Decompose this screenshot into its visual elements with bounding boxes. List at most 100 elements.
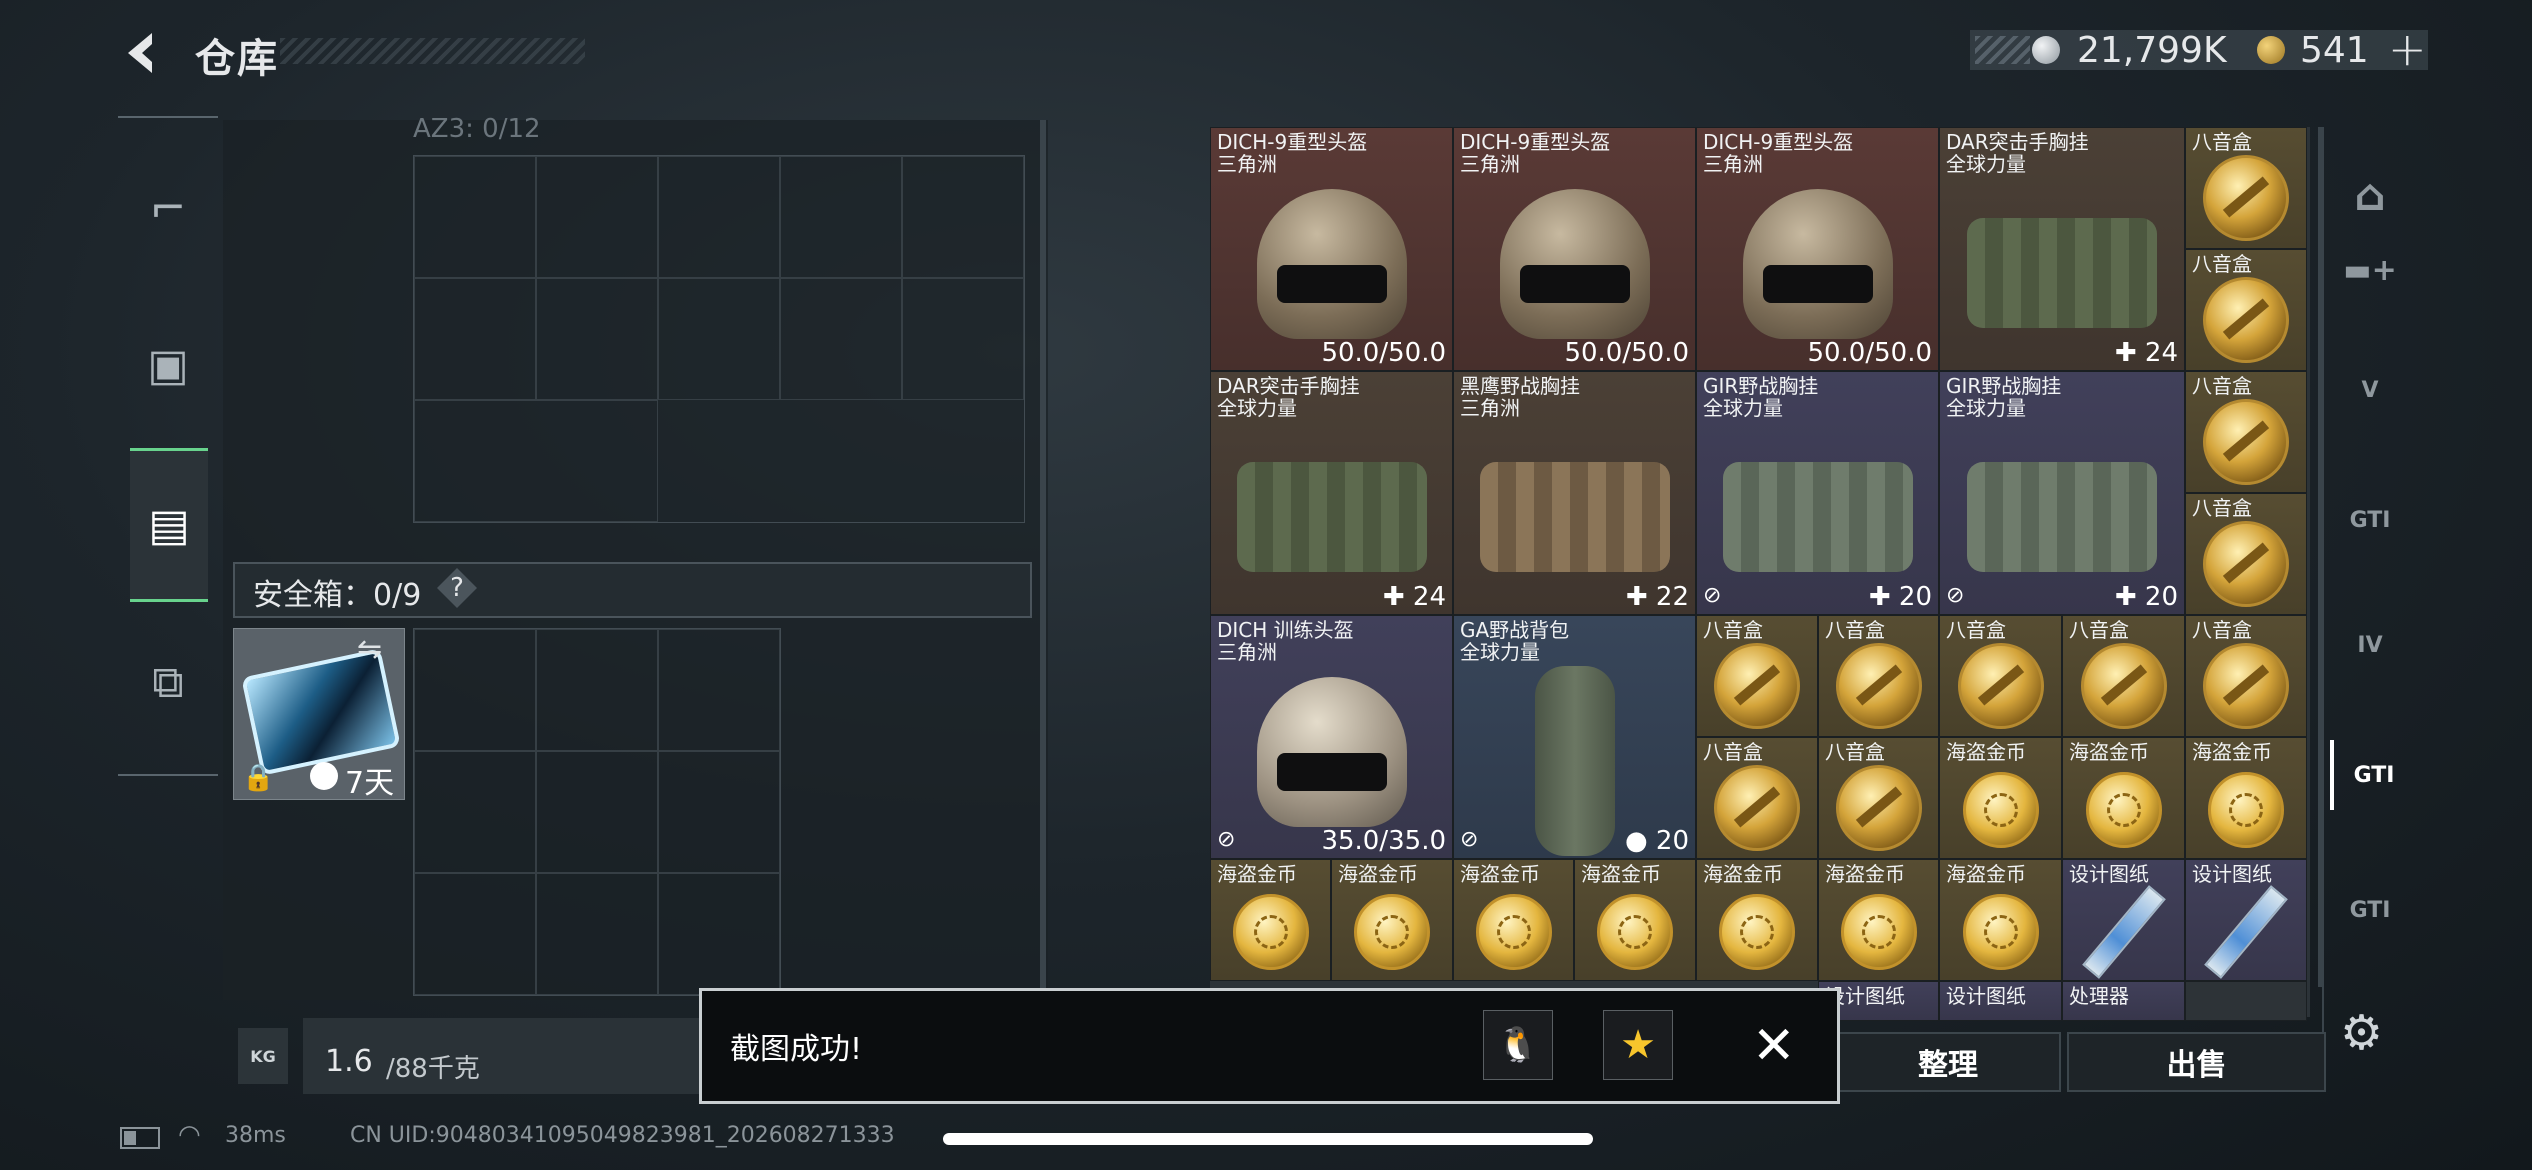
vest-icon xyxy=(1236,462,1427,573)
item-pirate-coin[interactable]: 海盗金币 xyxy=(1574,859,1696,981)
arch-icon: ⌂ xyxy=(2354,169,2386,221)
ping-text: 38ms xyxy=(225,1123,286,1148)
music-box-icon xyxy=(1957,642,2044,729)
item-music-box[interactable]: 八音盒 xyxy=(1939,615,2062,737)
item-music-box[interactable]: 八音盒 xyxy=(2062,615,2185,737)
tab-page-gti-active[interactable]: GTI xyxy=(2330,740,2414,810)
music-box-icon xyxy=(2203,398,2289,485)
title-decoration xyxy=(280,38,585,64)
music-box-icon xyxy=(1714,642,1800,729)
item-music-box[interactable]: 八音盒 xyxy=(2185,371,2307,493)
tab-armor[interactable]: ▣ xyxy=(118,315,218,415)
gear-icon[interactable]: ⚙ xyxy=(2340,1005,2383,1061)
item-vest[interactable]: GIR野战胸挂 全球力量 ⊘ ✚ 20 xyxy=(1696,371,1939,615)
item-music-box[interactable]: 八音盒 xyxy=(1696,737,1818,859)
gold-amount: 541 xyxy=(2300,30,2369,71)
tab-page-v[interactable]: V xyxy=(2330,355,2410,425)
item-vest[interactable]: 黑鹰野战胸挂 三角洲 ✚ 22 xyxy=(1453,371,1696,615)
item-pirate-coin[interactable]: 海盗金币 xyxy=(1331,859,1453,981)
music-box-icon xyxy=(2203,520,2289,607)
item-music-box[interactable]: 八音盒 xyxy=(1818,737,1939,859)
container-capacity: AZ3: 0/12 xyxy=(413,114,541,144)
item-music-box[interactable]: 八音盒 xyxy=(2185,615,2307,737)
qzone-share-icon[interactable]: ★ xyxy=(1603,1010,1673,1080)
tab-weapons[interactable]: ⌐ xyxy=(118,158,218,258)
tab-page-iv[interactable]: IV xyxy=(2330,610,2410,680)
vest-icon xyxy=(1967,462,2157,573)
swap-icon[interactable]: ⇋ xyxy=(357,632,382,667)
item-music-box[interactable]: 八音盒 xyxy=(2185,249,2307,371)
no-insure-icon: ⊘ xyxy=(1703,583,1722,608)
vest-icon xyxy=(1967,218,2157,329)
item-blueprint[interactable]: 设计图纸 xyxy=(1939,981,2062,1021)
music-box-icon xyxy=(1835,764,1922,851)
item-backpack[interactable]: GA野战背包 全球力量 ⊘ ● 20 xyxy=(1453,615,1696,859)
item-empty-slot[interactable] xyxy=(2185,981,2307,1021)
item-pirate-coin[interactable]: 海盗金币 xyxy=(1696,859,1818,981)
battery-icon xyxy=(120,1127,160,1149)
item-blueprint[interactable]: 设计图纸 xyxy=(2062,859,2185,981)
currency-decoration xyxy=(1975,36,2030,64)
add-currency-button[interactable]: + xyxy=(2388,22,2427,76)
container-grid[interactable] xyxy=(413,155,1025,523)
silver-coin-icon xyxy=(2032,36,2060,64)
tab-toolbox[interactable]: ⧉ xyxy=(118,632,218,732)
item-music-box[interactable]: 八音盒 xyxy=(2185,127,2307,249)
toolbox-icon: ⧉ xyxy=(152,656,184,708)
weight-current: 1.6 xyxy=(325,1044,373,1079)
sell-button[interactable]: 出售 xyxy=(2067,1032,2326,1092)
item-music-box[interactable]: 八音盒 xyxy=(1818,615,1939,737)
lock-icon: 🔒 xyxy=(242,763,275,793)
weight-icon: KG xyxy=(238,1028,288,1084)
item-pirate-coin[interactable]: 海盗金币 xyxy=(1939,737,2062,859)
music-box-icon xyxy=(2203,642,2289,729)
tab-page-gti-2[interactable]: GTI xyxy=(2330,875,2410,945)
coin-icon xyxy=(2208,772,2284,848)
add-page-icon: ▬+ xyxy=(2343,252,2397,288)
back-arrow-icon[interactable] xyxy=(118,28,168,78)
container-scrollbar[interactable] xyxy=(1040,120,1046,1000)
coin-icon xyxy=(1962,772,2039,848)
item-helmet[interactable]: DICH 训练头盔 三角洲 ⊘ 35.0/35.0 xyxy=(1210,615,1453,859)
home-indicator[interactable] xyxy=(943,1133,1593,1145)
item-helmet[interactable]: DICH-9重型头盔 三角洲 50.0/50.0 xyxy=(1696,127,1939,371)
no-insure-icon: ⊘ xyxy=(1460,827,1479,852)
item-pirate-coin[interactable]: 海盗金币 xyxy=(2062,737,2185,859)
item-helmet[interactable]: DICH-9重型头盔 三角洲 50.0/50.0 xyxy=(1210,127,1453,371)
item-processor[interactable]: 处理器 xyxy=(2062,981,2185,1021)
blueprint-icon xyxy=(2081,885,2166,979)
tab-all[interactable]: ⌂ xyxy=(2330,160,2410,230)
uid-text: CN UID:904803410950498239​81_20260827133… xyxy=(350,1123,895,1148)
vest-icon: ▣ xyxy=(147,339,189,391)
item-pirate-coin[interactable]: 海盗金币 xyxy=(1818,859,1939,981)
case-duration: 7天 xyxy=(345,766,395,801)
item-pirate-coin[interactable]: 海盗金币 xyxy=(1939,859,2062,981)
coin-icon xyxy=(1840,894,1917,970)
vest-icon xyxy=(1479,462,1670,573)
item-pirate-coin[interactable]: 海盗金币 xyxy=(2185,737,2307,859)
sort-button[interactable]: 整理 xyxy=(1835,1032,2061,1092)
tab-page-gti[interactable]: GTI xyxy=(2330,485,2410,555)
tab-add-page[interactable]: ▬+ xyxy=(2330,235,2410,305)
weight-max: /88千克 xyxy=(386,1054,480,1084)
qq-share-icon[interactable]: 🐧 xyxy=(1483,1010,1553,1080)
music-box-icon xyxy=(1835,642,1922,729)
coin-icon xyxy=(1962,894,2039,970)
coin-icon xyxy=(1232,894,1309,970)
item-pirate-coin[interactable]: 海盗金币 xyxy=(1453,859,1574,981)
safe-box-grid[interactable] xyxy=(413,628,781,996)
item-vest[interactable]: DAR突击手胸挂 全球力量 ✚ 24 xyxy=(1210,371,1453,615)
tab-backpack[interactable]: ▤ xyxy=(130,448,208,602)
helmet-icon xyxy=(1742,188,1893,339)
item-vest[interactable]: DAR突击手胸挂 全球力量 ✚ 24 xyxy=(1939,127,2185,371)
item-helmet[interactable]: DICH-9重型头盔 三角洲 50.0/50.0 xyxy=(1453,127,1696,371)
item-pirate-coin[interactable]: 海盗金币 xyxy=(1210,859,1331,981)
item-music-box[interactable]: 八音盒 xyxy=(1696,615,1818,737)
wifi-icon: ◠ xyxy=(178,1120,201,1150)
close-icon[interactable]: ✕ xyxy=(1752,1016,1796,1076)
item-music-box[interactable]: 八音盒 xyxy=(2185,493,2307,615)
gun-icon: ⌐ xyxy=(149,182,187,234)
safe-box-label: 安全箱：0/9 xyxy=(253,578,422,613)
item-vest[interactable]: GIR野战胸挂 全球力量 ⊘ ✚ 20 xyxy=(1939,371,2185,615)
item-blueprint[interactable]: 设计图纸 xyxy=(2185,859,2307,981)
